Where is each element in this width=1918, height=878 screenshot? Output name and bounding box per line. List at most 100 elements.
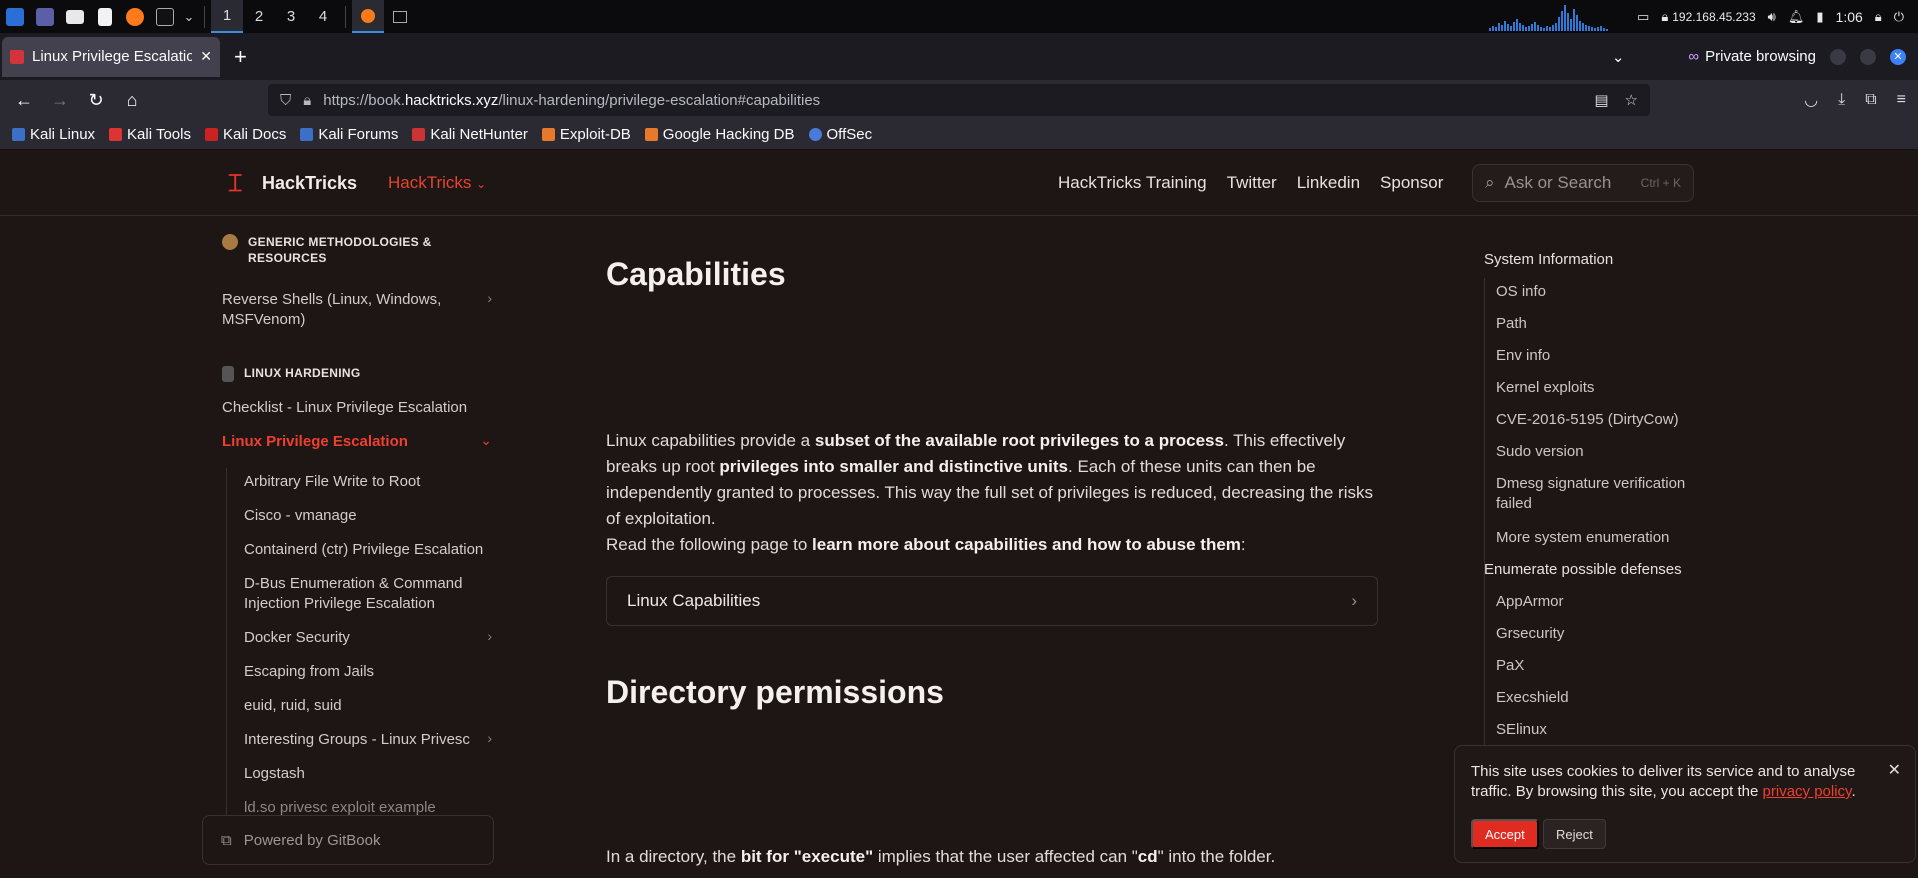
downloads-icon[interactable]: ⤓ — [1838, 91, 1845, 109]
powered-by-gitbook[interactable]: ⧉ Powered by GitBook — [202, 815, 494, 865]
volume-icon[interactable]: 🔊︎ — [1768, 9, 1776, 25]
pocket-icon[interactable]: ◡ — [1804, 90, 1818, 110]
graph-bar — [1513, 21, 1516, 31]
toc-item[interactable]: Grsecurity — [1496, 624, 1694, 644]
terminal-icon[interactable] — [152, 4, 178, 30]
sidebar-subitem-interesting-groups[interactable]: Interesting Groups - Linux Privesc — [244, 730, 470, 750]
chevron-right-icon[interactable]: › — [487, 628, 492, 644]
bookmark-kali-docs[interactable]: Kali Docs — [204, 126, 286, 143]
app-menu-icon[interactable]: ≡ — [1897, 91, 1906, 109]
close-tab-icon[interactable]: ✕ — [200, 48, 212, 65]
back-icon[interactable]: ← — [6, 84, 42, 116]
graph-bar — [1516, 18, 1519, 31]
workspace-1[interactable]: 1 — [211, 0, 243, 33]
firefox-icon[interactable] — [122, 4, 148, 30]
maximize-window-button[interactable] — [1860, 48, 1876, 65]
toc-item[interactable]: OS info — [1496, 282, 1694, 302]
accept-cookies-button[interactable]: Accept — [1471, 819, 1539, 849]
link-hacktricks-training[interactable]: HackTricks Training — [1058, 173, 1207, 193]
chevron-down-icon[interactable]: ⌄ — [182, 4, 196, 30]
workspace-3[interactable]: 3 — [275, 0, 307, 33]
url-bar[interactable]: ⛉ 🔒︎ https://book.hacktricks.xyz/linux-h… — [268, 84, 1650, 116]
close-window-button[interactable]: ✕ — [1890, 48, 1906, 65]
graph-bar — [1606, 28, 1609, 31]
text-editor-icon[interactable] — [92, 4, 118, 30]
bookmark-kali-nethunter[interactable]: Kali NetHunter — [412, 126, 528, 143]
sidebar-subitem[interactable]: Containerd (ctr) Privilege Escalation — [244, 540, 483, 560]
battery-icon[interactable]: ▮ — [1816, 9, 1823, 25]
tracking-protection-icon[interactable]: ⛉ — [280, 92, 291, 109]
toc-item[interactable]: Kernel exploits — [1496, 378, 1694, 398]
reload-icon[interactable]: ↻ — [78, 84, 114, 116]
notification-bell-icon[interactable]: 🔔︎ — [1788, 9, 1805, 25]
taskbar-terminal-window[interactable] — [384, 0, 416, 33]
toc-item[interactable]: System Information — [1484, 250, 1694, 270]
bookmark-exploit-db[interactable]: Exploit-DB — [541, 126, 631, 143]
toc-item[interactable]: SElinux — [1496, 720, 1694, 740]
graph-bar — [1546, 25, 1549, 31]
display-icon[interactable]: ▭ — [1637, 9, 1649, 25]
toc-item[interactable]: Path — [1496, 314, 1694, 334]
new-tab-icon[interactable]: + — [234, 44, 247, 70]
sidebar-subitem[interactable]: Cisco - vmanage — [244, 506, 357, 526]
desktop-icon[interactable] — [32, 4, 58, 30]
files-icon[interactable] — [62, 4, 88, 30]
sidebar-subitem[interactable]: euid, ruid, suid — [244, 696, 342, 716]
toc-item[interactable]: Env info — [1496, 346, 1694, 366]
toc-item[interactable]: Dmesg signature verification failed — [1496, 474, 1694, 514]
bookmark-google-hacking-db[interactable]: Google Hacking DB — [644, 126, 795, 143]
search-input[interactable]: ⌕ Ask or Search Ctrl + K — [1472, 164, 1694, 202]
toc-item[interactable]: Sudo version — [1496, 442, 1694, 462]
bookmark-kali-tools[interactable]: Kali Tools — [109, 126, 191, 143]
kali-tools-icon — [109, 128, 123, 141]
close-icon[interactable]: ✕ — [1888, 760, 1901, 780]
workspace-4[interactable]: 4 — [307, 0, 339, 33]
home-icon[interactable]: ⌂ — [114, 84, 150, 116]
sidebar-item-linux-privilege-escalation[interactable]: Linux Privilege Escalation — [222, 432, 408, 452]
privacy-policy-link[interactable]: privacy policy — [1763, 783, 1852, 800]
bookmark-offsec[interactable]: OffSec — [808, 126, 872, 143]
tab-linux-privilege-escalation[interactable]: Linux Privilege Escalation ✕ — [2, 36, 220, 77]
sidebar-subitem[interactable]: D-Bus Enumeration & Command Injection Pr… — [244, 574, 484, 614]
site-logo[interactable]: ⌶ HackTricks — [228, 170, 357, 196]
toc-item[interactable]: PaX — [1496, 656, 1694, 676]
space-switcher[interactable]: HackTricks ⌄ — [388, 173, 486, 193]
bookmark-kali-forums[interactable]: Kali Forums — [300, 126, 398, 143]
site-lock-icon[interactable]: 🔒︎ — [303, 92, 311, 109]
sidebar-item-reverse-shells[interactable]: Reverse Shells (Linux, Windows, MSFVenom… — [222, 290, 472, 330]
list-all-tabs-icon[interactable]: ⌄ — [1612, 48, 1625, 66]
bookmark-star-icon[interactable]: ☆ — [1625, 91, 1638, 109]
link-twitter[interactable]: Twitter — [1227, 173, 1277, 193]
toc-item[interactable]: CVE-2016-5195 (DirtyCow) — [1496, 410, 1694, 430]
kali-menu-icon[interactable] — [2, 4, 28, 30]
link-sponsor[interactable]: Sponsor — [1380, 173, 1443, 193]
toc-item[interactable]: AppArmor — [1496, 592, 1694, 612]
sidebar-subitem[interactable]: Escaping from Jails — [244, 662, 374, 682]
toc-item[interactable]: Execshield — [1496, 688, 1694, 708]
reader-view-icon[interactable]: ▤ — [1594, 91, 1608, 109]
taskbar-firefox-window[interactable] — [352, 0, 384, 33]
network-icon[interactable]: 🔒︎ 192.168.45.233 — [1661, 9, 1755, 25]
chevron-right-icon[interactable]: › — [487, 290, 492, 306]
sidebar-subitem[interactable]: Arbitrary File Write to Root — [244, 472, 420, 492]
reject-cookies-button[interactable]: Reject — [1543, 819, 1606, 849]
clock[interactable]: 1:06 — [1836, 9, 1863, 25]
power-icon[interactable]: ⏻ — [1894, 9, 1904, 25]
sidebar-item-checklist[interactable]: Checklist - Linux Privilege Escalation — [222, 398, 467, 418]
toc-item[interactable]: More system enumeration — [1496, 528, 1694, 548]
lock-screen-icon[interactable]: 🔒︎ — [1875, 9, 1882, 25]
bookmark-kali-linux[interactable]: Kali Linux — [12, 126, 95, 143]
sidebar-subitem[interactable]: Logstash — [244, 764, 305, 784]
text: Linux capabilities provide a — [606, 431, 815, 450]
workspace-2[interactable]: 2 — [243, 0, 275, 33]
minimize-window-button[interactable] — [1830, 48, 1846, 65]
content-ref-linux-capabilities[interactable]: Linux Capabilities › — [606, 576, 1378, 626]
url-text[interactable]: https://book.hacktricks.xyz/linux-harden… — [323, 92, 820, 109]
toc-item[interactable]: Enumerate possible defenses — [1484, 560, 1694, 580]
extensions-icon[interactable]: ⧉ — [1865, 91, 1876, 109]
sidebar-subitem-docker-security[interactable]: Docker Security — [244, 628, 350, 648]
chevron-right-icon[interactable]: › — [487, 730, 492, 746]
forward-icon[interactable]: → — [42, 84, 78, 116]
chevron-down-icon[interactable]: ⌄ — [480, 432, 492, 449]
link-linkedin[interactable]: Linkedin — [1297, 173, 1360, 193]
